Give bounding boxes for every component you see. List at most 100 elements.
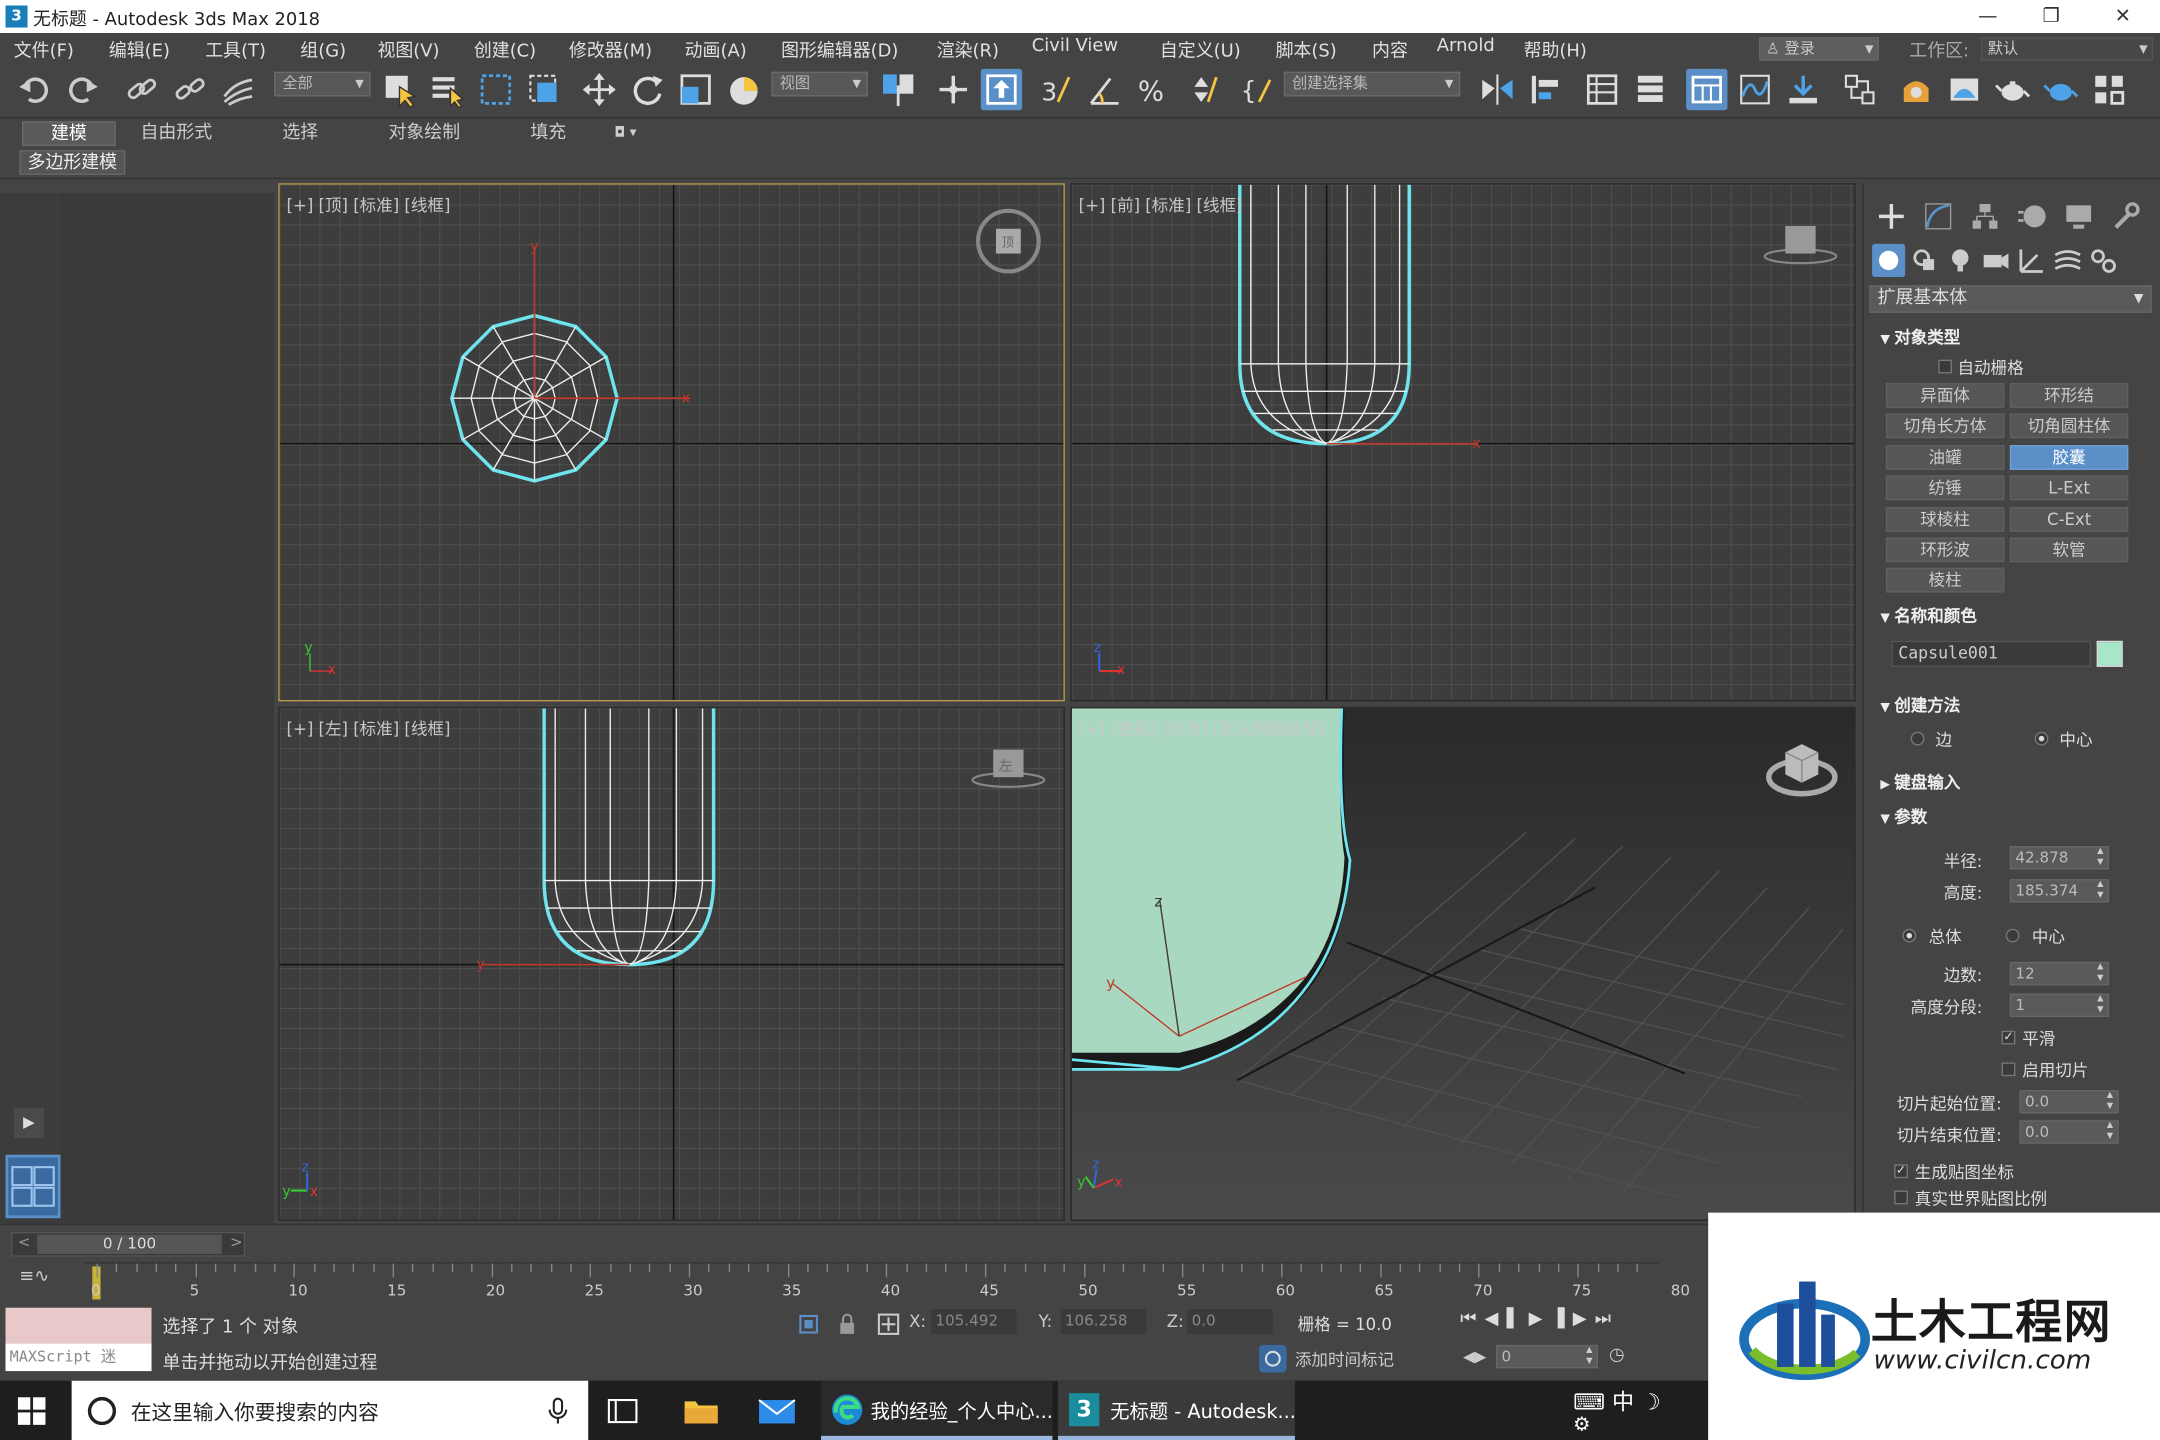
method-center-radio[interactable]	[2034, 731, 2049, 746]
undo-button[interactable]	[14, 69, 55, 110]
viewport-layout-button[interactable]	[5, 1154, 61, 1219]
total-radio[interactable]	[1902, 928, 1917, 943]
lights-category[interactable]	[1944, 244, 1977, 277]
mini-curve-editor-button[interactable]: ≡∿	[19, 1266, 71, 1296]
move-button[interactable]	[579, 69, 620, 110]
rollout-name-color[interactable]: ▼ 名称和颜色	[1880, 604, 1977, 627]
taskbar-edge-button[interactable]: 我的经验_个人中心...	[821, 1380, 1053, 1440]
angle-snap-button[interactable]	[1084, 69, 1125, 110]
place-button[interactable]	[723, 69, 764, 110]
tab-selection[interactable]: 选择	[282, 121, 318, 146]
maxscript-listener-top[interactable]	[5, 1307, 152, 1344]
tab-populate[interactable]: 填充	[530, 121, 566, 146]
display-tab[interactable]	[2062, 200, 2095, 233]
maximize-button[interactable]: ❐	[2019, 0, 2082, 33]
select-by-name-button[interactable]	[427, 69, 468, 110]
time-config-button[interactable]: ◷	[1609, 1345, 1637, 1373]
rotate-button[interactable]	[627, 69, 668, 110]
menu-scripting[interactable]: 脚本(S)	[1276, 36, 1337, 62]
oiltank-button[interactable]: 油罐	[1885, 445, 2005, 470]
viewport-front[interactable]: x zx [+] [前] [标准] [线框]	[1070, 183, 1856, 702]
selection-filter-dropdown[interactable]: 全部	[274, 71, 371, 97]
c-ext-button[interactable]: C-Ext	[2009, 507, 2129, 532]
sides-spinner[interactable]: 12	[2009, 961, 2110, 986]
reference-coord-dropdown[interactable]: 视图	[771, 71, 868, 97]
real-world-checkbox[interactable]	[1894, 1190, 1908, 1205]
cameras-category[interactable]	[1980, 244, 2013, 277]
helpers-category[interactable]	[2015, 244, 2048, 277]
edit-named-selection-button[interactable]: {	[1237, 69, 1278, 110]
render-production-button[interactable]	[1992, 69, 2033, 110]
smooth-checkbox[interactable]: ✓	[2001, 1030, 2016, 1045]
prev-key-icon[interactable]: ◀▌	[1485, 1309, 1529, 1330]
geometry-category[interactable]	[1872, 243, 1906, 277]
gen-mapping-checkbox[interactable]: ✓	[1894, 1164, 1908, 1179]
x-coord-field[interactable]: 105.492	[931, 1309, 1017, 1334]
toggle-ribbon-button[interactable]	[1686, 68, 1728, 111]
prism-button[interactable]: 棱柱	[1885, 567, 2005, 593]
go-to-end-icon[interactable]: ⏭	[1595, 1309, 1619, 1330]
menu-civil-view[interactable]: Civil View	[1032, 36, 1118, 57]
slice-to-spinner[interactable]: 0.0	[2019, 1120, 2119, 1144]
autogrid-checkbox[interactable]	[1938, 359, 1952, 374]
menu-animation[interactable]: 动画(A)	[685, 36, 747, 62]
workspace-dropdown[interactable]: 默认 ▼	[1980, 37, 2154, 61]
taskbar-search-box[interactable]: 在这里输入你要搜索的内容	[71, 1380, 589, 1440]
menu-help[interactable]: 帮助(H)	[1524, 36, 1587, 62]
render-setup-button[interactable]	[1896, 69, 1937, 110]
rollout-parameters[interactable]: ▼ 参数	[1880, 805, 1927, 828]
expand-layout-button[interactable]: ▶	[13, 1107, 45, 1139]
capsule-button[interactable]: 胶囊	[2009, 445, 2129, 470]
close-button[interactable]: ✕	[2091, 0, 2154, 33]
current-frame-spinner[interactable]: 0	[1496, 1344, 1598, 1369]
gengon-button[interactable]: 球棱柱	[1885, 507, 2005, 532]
rendered-frame-window-button[interactable]	[1944, 69, 1985, 110]
viewport-left[interactable]: y 左 zyx [+] [左] [标准] [线框]	[278, 706, 1065, 1221]
menu-graph-editors[interactable]: 图形编辑器(D)	[781, 36, 898, 62]
file-explorer-button[interactable]	[683, 1396, 719, 1426]
curve-editor-button[interactable]	[1734, 69, 1775, 110]
slice-from-spinner[interactable]: 0.0	[2019, 1089, 2119, 1114]
y-coord-field[interactable]: 106.258	[1060, 1309, 1147, 1334]
menu-edit[interactable]: 编辑(E)	[109, 36, 170, 62]
z-coord-field[interactable]: 0.0	[1187, 1309, 1273, 1334]
polygon-modeling-button[interactable]: 多边形建模	[19, 150, 126, 176]
settings-gear-icon[interactable]: ⚙	[1573, 1414, 1590, 1436]
l-ext-button[interactable]: L-Ext	[2009, 475, 2129, 501]
menu-arnold[interactable]: Arnold	[1437, 36, 1495, 57]
mail-button[interactable]	[758, 1396, 797, 1426]
login-dropdown[interactable]: ♙ 登录 ▼	[1759, 37, 1879, 61]
menu-create[interactable]: 创建(C)	[474, 36, 536, 62]
select-object-button[interactable]	[379, 69, 420, 110]
viewport-top-label[interactable]: [+] [顶] [标准] [线框]	[287, 193, 451, 216]
rollout-creation-method[interactable]: ▼ 创建方法	[1880, 693, 1960, 716]
align-button[interactable]	[1525, 69, 1566, 110]
frame-counter[interactable]: 0 / 100	[37, 1234, 222, 1254]
viewport-front-label[interactable]: [+] [前] [标准] [线框]	[1079, 193, 1243, 216]
height-spinner[interactable]: 185.374	[2009, 879, 2110, 903]
menu-tools[interactable]: 工具(T)	[205, 36, 266, 62]
spinner-snap-button[interactable]	[1181, 69, 1222, 110]
hedra-button[interactable]: 异面体	[1885, 383, 2005, 408]
snaps-toggle-button[interactable]: 3	[1036, 69, 1077, 110]
viewport-perspective-label[interactable]: [+] [透视] [标准] [默认明暗处理]	[1079, 717, 1326, 740]
scale-button[interactable]	[675, 69, 716, 110]
menu-modifiers[interactable]: 修改器(M)	[569, 36, 652, 62]
go-to-start-icon[interactable]: ⏮	[1460, 1309, 1484, 1330]
create-tab[interactable]	[1875, 200, 1908, 233]
rollout-keyboard-entry[interactable]: ▶ 键盘输入	[1880, 770, 1960, 793]
hose-button[interactable]: 软管	[2009, 537, 2129, 563]
render-in-cloud-button[interactable]	[2088, 69, 2129, 110]
material-editor-button[interactable]	[1839, 69, 1880, 110]
layer-explorer-button[interactable]	[1630, 69, 1671, 110]
mirror-button[interactable]	[1477, 69, 1518, 110]
timeline-track[interactable]: 0 5 10 15 20 25 30 35 40 45 50 55 60 65 70 75 80	[85, 1262, 1690, 1301]
play-icon[interactable]: ▶	[1529, 1309, 1551, 1330]
select-manipulate-button[interactable]	[933, 69, 974, 110]
modify-tab[interactable]	[1922, 200, 1955, 233]
motion-tab[interactable]	[2015, 200, 2048, 233]
pivot-center-button[interactable]	[877, 69, 918, 110]
time-config-icon[interactable]: ◀▶	[1463, 1348, 1486, 1366]
isolate-selection-button[interactable]	[796, 1312, 821, 1337]
radius-spinner[interactable]: 42.878	[2009, 846, 2110, 870]
